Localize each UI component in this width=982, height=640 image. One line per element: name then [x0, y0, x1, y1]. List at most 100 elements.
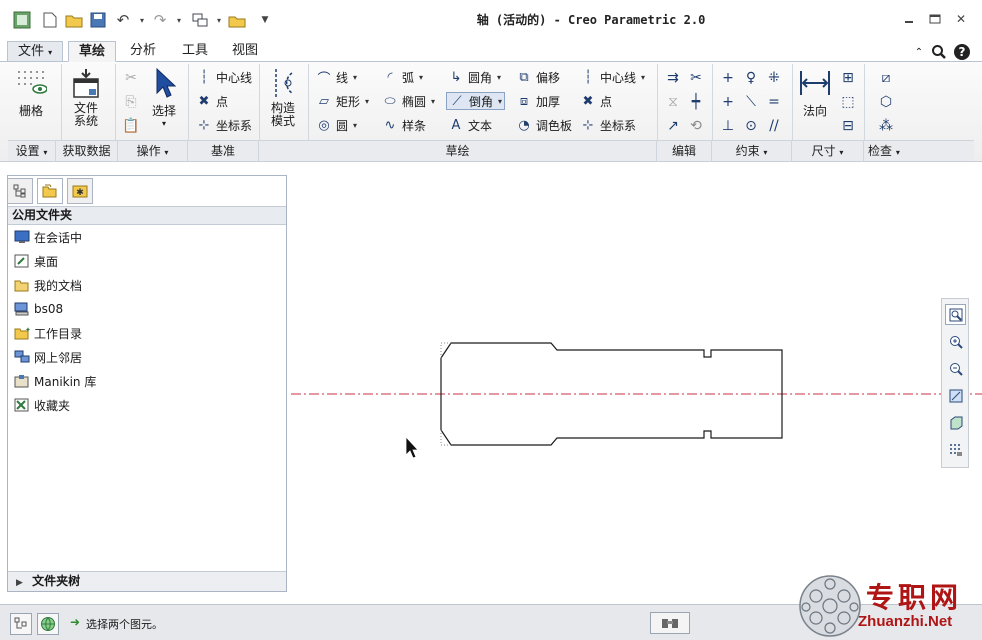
group-settings[interactable]: 设置 ▾ [8, 140, 56, 161]
zoom-in-icon[interactable] [945, 331, 966, 352]
repaint-icon[interactable] [945, 385, 966, 406]
divide-icon[interactable]: ┿ [686, 92, 706, 112]
highlight-open-ends-icon[interactable]: ⬡ [876, 92, 896, 112]
separator [308, 64, 309, 140]
datum-point-button[interactable]: ✖ 点 [196, 92, 228, 110]
group-constrain[interactable]: 约束 ▾ [712, 140, 792, 161]
model-tree-tab[interactable] [7, 178, 33, 204]
symmetric-constraint-icon[interactable]: ⁜ [764, 68, 784, 88]
folder-item-my-documents[interactable]: 我的文档 [13, 275, 82, 295]
tangent-constraint-icon[interactable]: ♀ [741, 68, 761, 88]
fillet-dropdown-icon[interactable]: ▾ [497, 73, 501, 82]
group-inspect[interactable]: 检查 ▾ [864, 140, 974, 161]
circle-dropdown-icon[interactable]: ▾ [353, 121, 357, 130]
perpendicular-constraint-icon[interactable]: ⊥ [718, 116, 738, 136]
tab-file[interactable]: 文件 ▾ [7, 41, 64, 62]
line-button[interactable]: ⌒ 线 ▾ [316, 68, 357, 87]
chamfer-button[interactable]: ⟋ 倒角 ▾ [446, 92, 506, 110]
close-button[interactable]: ✕ [950, 10, 972, 28]
folder-item-manikin-library[interactable]: Manikin 库 [13, 371, 96, 391]
fillet-button[interactable]: ↳ 圆角 ▾ [448, 68, 501, 86]
shade-closed-loops-icon[interactable]: ⁂ [876, 116, 896, 136]
help-icon[interactable]: ? [953, 43, 971, 61]
construction-mode-button[interactable]: 构造 模式 [263, 66, 303, 128]
rectangle-button[interactable]: ▱ 矩形 ▾ [316, 92, 369, 110]
equal-constraint-icon[interactable]: = [764, 92, 784, 112]
tab-sketch[interactable]: 草绘 [68, 41, 117, 62]
centerline-dropdown-icon[interactable]: ▾ [641, 73, 645, 82]
paste-icon[interactable]: 📋 [121, 116, 141, 136]
line-dropdown-icon[interactable]: ▾ [353, 73, 357, 82]
parallel-constraint-icon[interactable]: // [764, 116, 784, 136]
circle-button[interactable]: ◎ 圆 ▾ [316, 116, 357, 134]
palette-button[interactable]: ◔ 调色板 [516, 116, 572, 134]
collapse-ribbon-icon[interactable]: ⌃ [910, 43, 928, 61]
horizontal-constraint-icon[interactable]: + [718, 92, 738, 112]
arc-dropdown-icon[interactable]: ▾ [419, 73, 423, 82]
select-button[interactable]: 选择 ▾ [146, 66, 182, 128]
ellipse-dropdown-icon[interactable]: ▾ [431, 97, 435, 106]
normal-dimension-icon [798, 66, 832, 100]
folder-open-icon [13, 277, 30, 293]
chamfer-dropdown-icon[interactable]: ▾ [498, 97, 502, 106]
rotate-resize-icon[interactable]: ⟲ [686, 116, 706, 136]
perimeter-dimension-icon[interactable]: ⊞ [838, 68, 858, 88]
reference-dimension-icon[interactable]: ⊟ [838, 116, 858, 136]
refit-icon[interactable] [945, 304, 966, 325]
thicken-button[interactable]: ⧈ 加厚 [516, 92, 560, 110]
mirror-icon[interactable]: ⧖ [663, 92, 683, 112]
selection-filter-icon[interactable] [650, 612, 690, 634]
folder-tree-toggle[interactable]: ▶ 文件夹树 [8, 571, 286, 591]
select-dropdown-icon[interactable]: ▾ [146, 119, 182, 128]
minimize-button[interactable] [898, 10, 920, 28]
zoom-out-icon[interactable] [945, 358, 966, 379]
favorites-tab[interactable]: ✱ [67, 178, 93, 204]
display-style-icon[interactable] [945, 412, 966, 433]
normal-dimension-button[interactable]: 法向 [796, 66, 834, 119]
sketcher-display-filter-icon[interactable] [945, 439, 966, 460]
grid-button[interactable]: 栅格 [10, 66, 52, 119]
offset-button[interactable]: ⧉ 偏移 [516, 68, 560, 86]
sketch-centerline-button[interactable]: ┆ 中心线 ▾ [580, 68, 645, 86]
sketch-point-button[interactable]: ✖ 点 [580, 92, 612, 110]
folder-item-in-session[interactable]: 在会话中 [13, 227, 82, 247]
window-title: 轴 (活动的) - Creo Parametric 2.0 [476, 13, 706, 27]
toggle-navigator-icon[interactable] [10, 613, 32, 635]
datum-csys-button[interactable]: ⊹ 坐标系 [196, 116, 252, 134]
spline-button[interactable]: ∿ 样条 [382, 116, 426, 134]
folder-browser-tab[interactable] [37, 178, 63, 204]
separator [864, 64, 865, 140]
delete-segment-icon[interactable]: ✂ [686, 68, 706, 88]
corner-icon[interactable]: ↗ [663, 116, 683, 136]
ellipse-button[interactable]: ⬭ 椭圆 ▾ [382, 92, 435, 110]
cut-icon[interactable]: ✂ [121, 68, 141, 88]
sketch-csys-button[interactable]: ⊹ 坐标系 [580, 116, 636, 134]
datum-centerline-button[interactable]: ┆ 中心线 [196, 68, 252, 86]
tab-tools[interactable]: 工具 [172, 41, 218, 62]
copy-icon[interactable]: ⎘ [121, 92, 141, 112]
sketch-canvas[interactable] [291, 165, 982, 603]
arc-button[interactable]: ◜ 弧 ▾ [382, 68, 423, 86]
tab-analysis[interactable]: 分析 [120, 41, 166, 62]
folder-item-bs08[interactable]: bs08 [13, 299, 63, 319]
tab-view[interactable]: 视图 [222, 41, 268, 62]
group-operations[interactable]: 操作 ▾ [118, 140, 188, 161]
coincident-constraint-icon[interactable]: ⊙ [741, 116, 761, 136]
search-icon[interactable] [930, 43, 948, 61]
folder-item-favorites[interactable]: 收藏夹 [13, 395, 70, 415]
rectangle-dropdown-icon[interactable]: ▾ [365, 97, 369, 106]
baseline-dimension-icon[interactable]: ⬚ [838, 92, 858, 112]
folder-item-network[interactable]: 网上邻居 [13, 347, 82, 367]
folder-item-working-directory[interactable]: ✦ 工作目录 [13, 323, 82, 343]
file-system-button[interactable]: 文件 系统 [66, 66, 106, 128]
sketch-drawing[interactable] [291, 165, 982, 603]
overlapping-geometry-icon[interactable]: ⧄ [876, 68, 896, 88]
modify-icon[interactable]: ⇉ [663, 68, 683, 88]
midpoint-constraint-icon[interactable]: ⟍ [741, 92, 761, 112]
toggle-browser-icon[interactable] [37, 613, 59, 635]
vertical-constraint-icon[interactable]: + [718, 68, 738, 88]
text-button[interactable]: A 文本 [448, 116, 492, 134]
maximize-button[interactable] [924, 10, 946, 28]
group-dimension[interactable]: 尺寸 ▾ [792, 140, 864, 161]
folder-item-desktop[interactable]: 桌面 [13, 251, 58, 271]
